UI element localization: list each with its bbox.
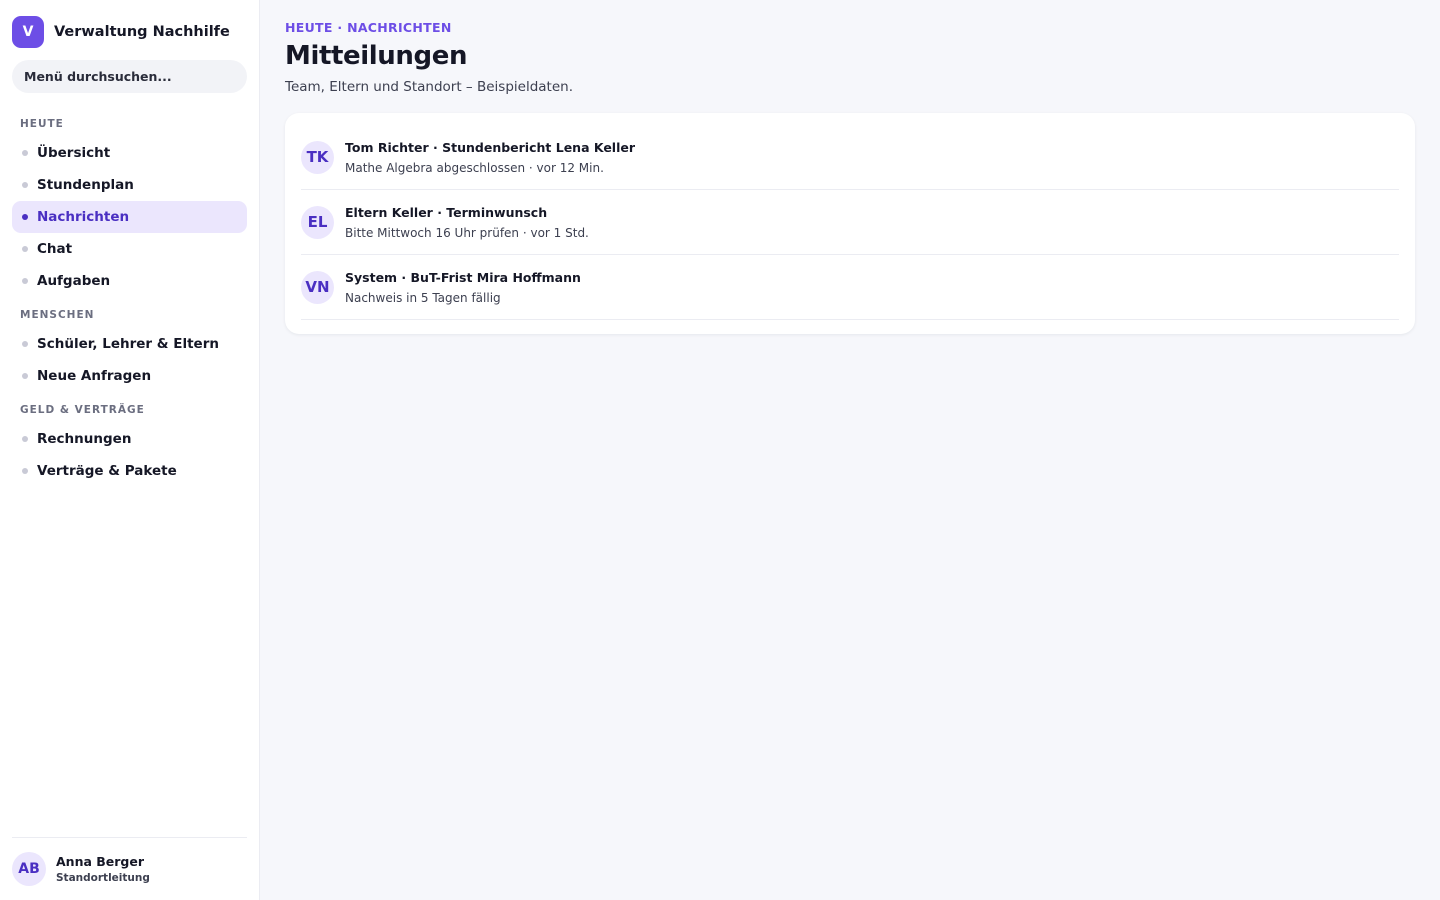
- sidebar-item-label: Chat: [37, 241, 73, 257]
- brand-logo-icon: V: [12, 16, 44, 48]
- section-label-geld-vertraege: GELD & VERTRÄGE: [20, 404, 145, 416]
- brand[interactable]: V Verwaltung Nachhilfe: [12, 16, 247, 48]
- message-title: Tom Richter · Stundenbericht Lena Keller: [345, 139, 636, 155]
- message-title: System · BuT-Frist Mira Hoffmann: [345, 269, 581, 285]
- sidebar-item-stundenplan[interactable]: Stundenplan: [12, 169, 247, 201]
- section-label-heute: HEUTE: [20, 118, 64, 130]
- sidebar-item-label: Verträge & Pakete: [37, 463, 177, 479]
- message-meta: Bitte Mittwoch 16 Uhr prüfen · vor 1 Std…: [345, 225, 589, 240]
- page-subtitle: Team, Eltern und Standort – Beispieldate…: [285, 79, 573, 95]
- sidebar-item-label: Nachrichten: [37, 209, 130, 225]
- message-text: System · BuT-Frist Mira Hoffmann Nachwei…: [345, 270, 581, 305]
- menu-search-input[interactable]: [12, 60, 247, 93]
- sidebar-item-aufgaben[interactable]: Aufgaben: [12, 265, 247, 297]
- user-name: Anna Berger: [56, 854, 145, 869]
- avatar: VN: [301, 270, 334, 304]
- bullet-icon: [22, 373, 28, 379]
- user-profile[interactable]: AB Anna Berger Standortleitung: [12, 837, 247, 886]
- sidebar-item-label: Neue Anfragen: [37, 368, 152, 384]
- avatar: EL: [301, 205, 334, 239]
- user-role: Standortleitung: [56, 872, 150, 884]
- bullet-icon: [22, 182, 28, 188]
- list-item[interactable]: TK Tom Richter · Stundenbericht Lena Kel…: [301, 125, 1399, 190]
- message-meta: Nachweis in 5 Tagen fällig: [345, 290, 501, 305]
- bullet-icon: [22, 341, 28, 347]
- sidebar-item-label: Rechnungen: [37, 431, 132, 447]
- app-shell: V Verwaltung Nachhilfe HEUTE Übersicht S…: [0, 0, 1440, 900]
- message-text: Eltern Keller · Terminwunsch Bitte Mittw…: [345, 205, 589, 240]
- sidebar-item-nachrichten[interactable]: Nachrichten: [12, 201, 247, 233]
- sidebar-item-rechnungen[interactable]: Rechnungen: [12, 423, 247, 455]
- section-label-menschen: MENSCHEN: [20, 309, 95, 321]
- sidebar-item-uebersicht[interactable]: Übersicht: [12, 137, 247, 169]
- user-info: Anna Berger Standortleitung: [56, 854, 150, 884]
- avatar: TK: [301, 140, 334, 174]
- messages-card: TK Tom Richter · Stundenbericht Lena Kel…: [285, 113, 1415, 334]
- message-text: Tom Richter · Stundenbericht Lena Keller…: [345, 140, 635, 175]
- bullet-icon: [22, 214, 28, 220]
- bullet-icon: [22, 468, 28, 474]
- message-title: Eltern Keller · Terminwunsch: [345, 204, 548, 220]
- page-title: Mitteilungen: [285, 41, 468, 71]
- sidebar-item-schueler-lehrer-eltern[interactable]: Schüler, Lehrer & Eltern: [12, 328, 247, 360]
- brand-name: Verwaltung Nachhilfe: [54, 24, 230, 40]
- bullet-icon: [22, 436, 28, 442]
- avatar: AB: [12, 852, 46, 886]
- sidebar-item-label: Schüler, Lehrer & Eltern: [37, 336, 219, 352]
- sidebar-item-chat[interactable]: Chat: [12, 233, 247, 265]
- list-item[interactable]: EL Eltern Keller · Terminwunsch Bitte Mi…: [301, 190, 1399, 255]
- list-item[interactable]: VN System · BuT-Frist Mira Hoffmann Nach…: [301, 255, 1399, 320]
- breadcrumb: HEUTE · NACHRICHTEN: [285, 20, 452, 35]
- sidebar: V Verwaltung Nachhilfe HEUTE Übersicht S…: [0, 0, 260, 900]
- bullet-icon: [22, 246, 28, 252]
- sidebar-item-label: Stundenplan: [37, 177, 134, 193]
- message-meta: Mathe Algebra abgeschlossen · vor 12 Min…: [345, 160, 604, 175]
- sidebar-item-label: Aufgaben: [37, 273, 111, 289]
- sidebar-item-neue-anfragen[interactable]: Neue Anfragen: [12, 360, 247, 392]
- sidebar-item-label: Übersicht: [37, 145, 111, 161]
- sidebar-item-vertraege-pakete[interactable]: Verträge & Pakete: [12, 455, 247, 487]
- bullet-icon: [22, 150, 28, 156]
- bullet-icon: [22, 278, 28, 284]
- main-content: HEUTE · NACHRICHTEN Mitteilungen Team, E…: [260, 0, 1440, 900]
